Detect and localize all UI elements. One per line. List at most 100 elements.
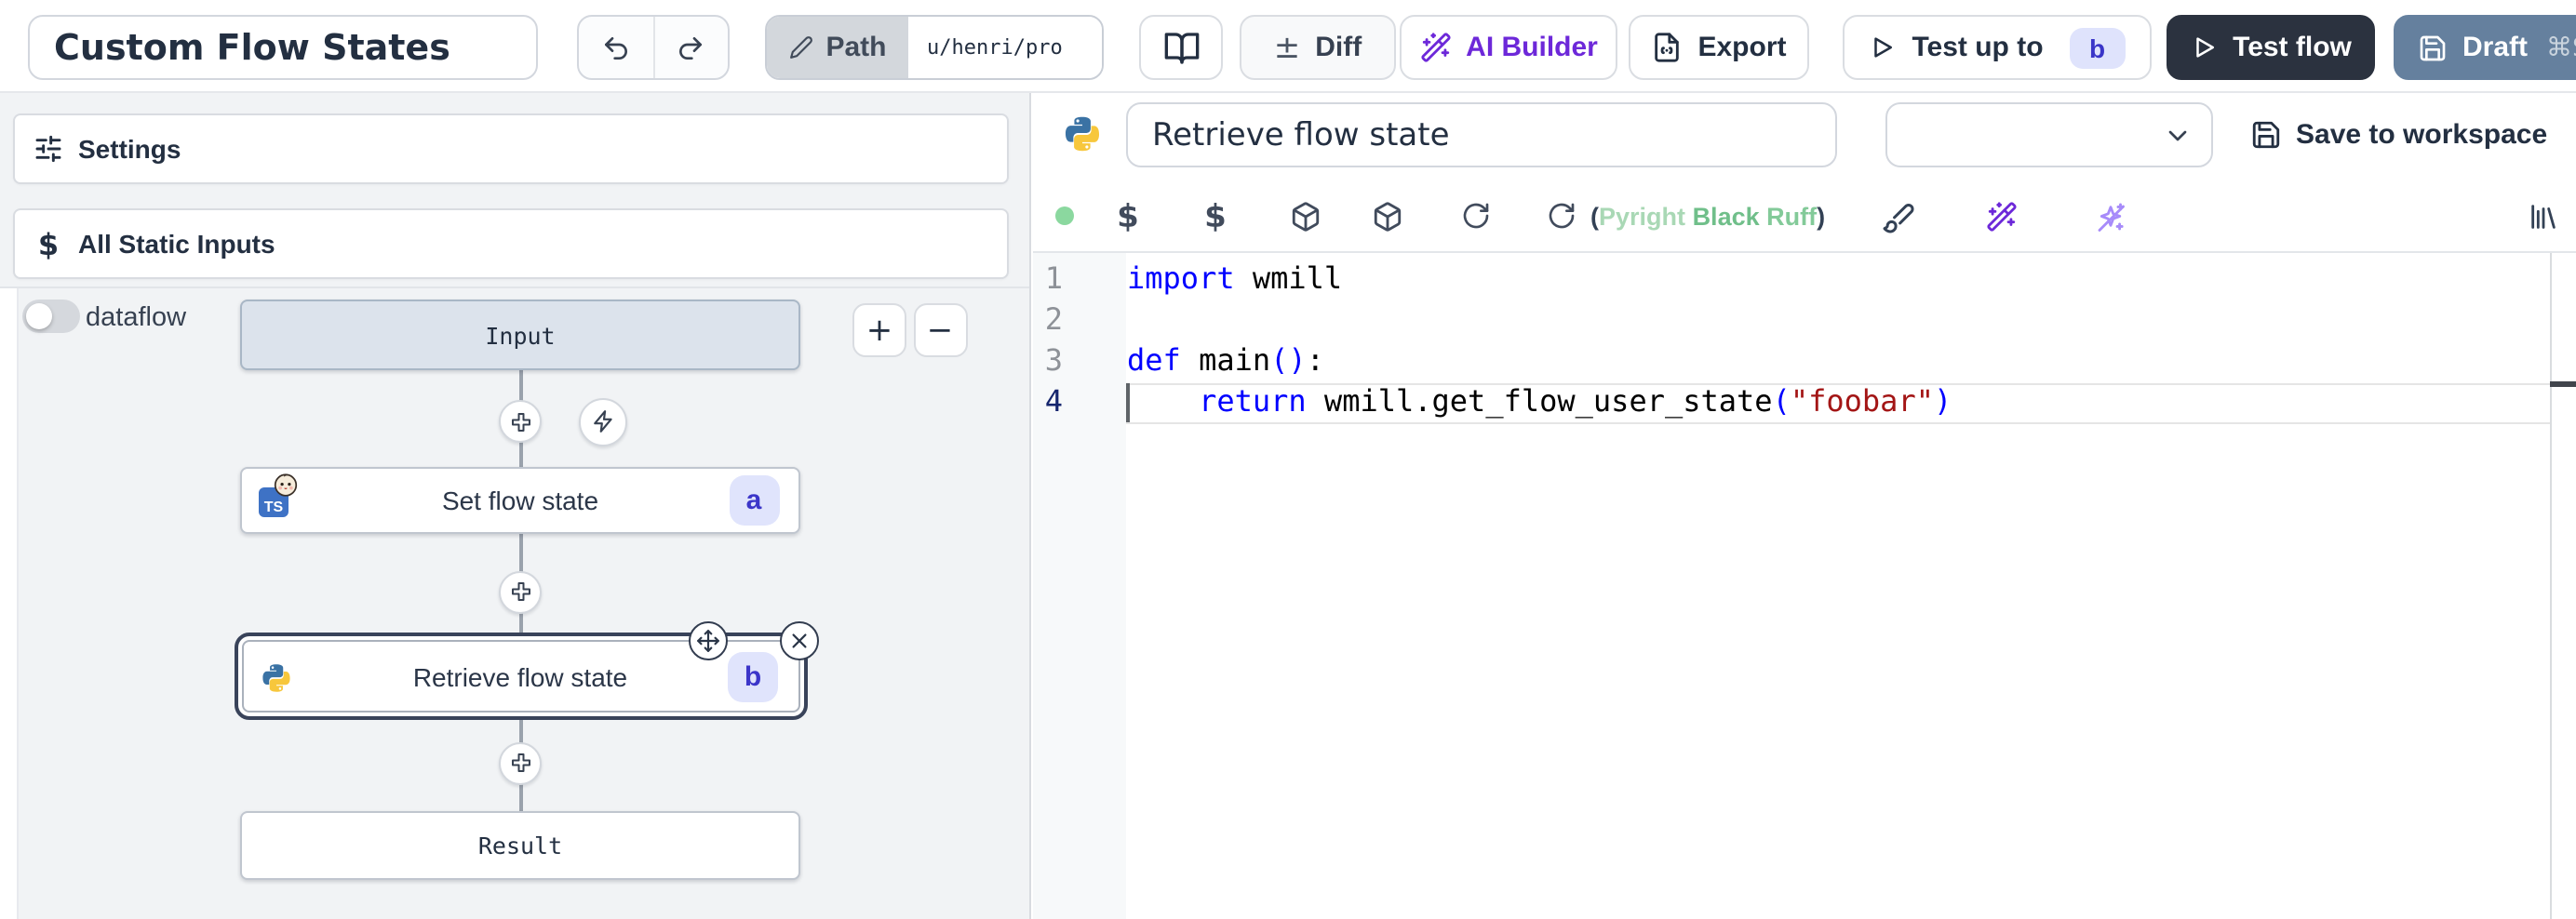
move-step-button[interactable] — [689, 620, 728, 659]
line-number: 2 — [1032, 299, 1063, 340]
trigger-button[interactable] — [579, 397, 627, 446]
all-static-inputs-card[interactable]: $ All Static Inputs — [13, 208, 1009, 279]
input-node[interactable]: Input — [240, 300, 800, 370]
reload-icon[interactable] — [1461, 201, 1491, 231]
save-to-workspace-label: Save to workspace — [2296, 119, 2547, 151]
path-button[interactable]: Path — [767, 17, 908, 78]
step-id-badge: b — [728, 651, 778, 701]
draft-label: Draft — [2462, 32, 2528, 63]
step-node-set-flow-state[interactable]: TS Set flow state a — [240, 467, 800, 534]
code-line: def main(): — [1127, 340, 1952, 380]
linters-close-paren: ) — [1817, 202, 1825, 230]
ai-wand-icon[interactable] — [1985, 200, 2017, 232]
ai-builder-button[interactable]: AI Builder — [1400, 15, 1617, 80]
undo-redo-group — [577, 15, 730, 80]
test-up-to-label: Test up to — [1912, 32, 2043, 63]
save-icon — [2418, 33, 2448, 62]
insert-step-button[interactable] — [499, 400, 542, 443]
close-icon — [790, 630, 811, 650]
path-value[interactable]: u/henri/pro — [908, 17, 1102, 78]
python-icon — [1063, 113, 1102, 154]
draft-shortcut: ⌘S — [2546, 33, 2576, 62]
topbar: Path u/henri/pro ± Diff AI Builder Expor… — [0, 0, 2576, 93]
linters-status: (Pyright Black Ruff) — [1590, 202, 1825, 230]
export-label: Export — [1697, 32, 1786, 63]
flow-sidebar: Settings $ All Static Inputs dataflow + … — [0, 93, 1031, 919]
save-icon — [2249, 119, 2281, 151]
file-export-icon — [1651, 32, 1683, 63]
play-icon — [2190, 33, 2218, 61]
plus-icon — [509, 580, 531, 603]
code-line: return wmill.get_flow_user_state("foobar… — [1127, 380, 1952, 421]
step-node-title: Set flow state — [442, 486, 598, 515]
step-id-badge: a — [729, 475, 779, 526]
path-group: Path u/henri/pro — [765, 15, 1104, 80]
pencil-icon — [788, 35, 812, 60]
format-brush-icon[interactable] — [1881, 200, 1914, 233]
code-editor[interactable]: 1234 import wmill def main(): return wmil… — [1032, 251, 2576, 919]
flow-cards-section: Settings $ All Static Inputs — [0, 93, 1029, 287]
graph-left-gutter — [0, 287, 19, 919]
package-icon[interactable] — [1371, 200, 1402, 232]
package-icon[interactable] — [1289, 200, 1321, 232]
text-cursor — [1126, 383, 1129, 422]
dataflow-toggle[interactable] — [22, 300, 80, 333]
diff-button[interactable]: ± Diff — [1240, 15, 1396, 80]
diff-label: Diff — [1315, 32, 1362, 63]
reload-icon[interactable] — [1547, 201, 1576, 231]
undo-button[interactable] — [579, 17, 652, 78]
plus-minus-icon: ± — [1274, 29, 1301, 66]
docs-button[interactable] — [1139, 15, 1223, 80]
test-up-to-button[interactable]: Test up to b — [1843, 15, 2152, 80]
overview-ruler[interactable] — [2549, 253, 2576, 919]
step-editor-panel: Save to workspace $ $ (Pyright Black Ruf… — [1032, 93, 2576, 919]
code-content: import wmill def main(): return wmill.get… — [1127, 258, 1952, 421]
step-language-icon-wrap — [260, 659, 293, 693]
delete-step-button[interactable] — [781, 620, 820, 659]
line-number: 1 — [1032, 258, 1063, 299]
book-open-icon — [1162, 29, 1200, 66]
resources-button[interactable]: $ — [1196, 197, 1235, 236]
line-number: 4 — [1032, 380, 1063, 421]
step-name-input[interactable] — [1126, 102, 1837, 167]
result-node[interactable]: Result — [240, 811, 800, 879]
dollar-icon: $ — [34, 226, 63, 261]
chevron-down-icon — [2163, 120, 2193, 150]
variables-button[interactable]: $ — [1108, 197, 1147, 236]
dataflow-label: dataflow — [86, 302, 186, 332]
ai-disabled-icon[interactable] — [2093, 200, 2127, 233]
path-label: Path — [825, 32, 886, 63]
linter-pyright: Pyright — [1599, 202, 1685, 230]
zoom-in-button[interactable]: + — [852, 303, 906, 357]
line-number: 3 — [1032, 340, 1063, 380]
linters-open-paren: ( — [1590, 202, 1599, 230]
save-to-workspace-button[interactable]: Save to workspace — [2249, 102, 2547, 167]
plus-icon — [509, 410, 531, 433]
test-flow-button[interactable]: Test flow — [2167, 15, 2375, 80]
undo-icon — [601, 33, 631, 62]
redo-icon — [677, 33, 706, 62]
settings-card[interactable]: Settings — [13, 113, 1009, 184]
editor-status-dot — [1054, 206, 1073, 225]
redo-button[interactable] — [652, 17, 728, 78]
python-icon — [260, 661, 291, 693]
code-line: import wmill — [1127, 258, 1952, 299]
sliders-icon — [34, 134, 63, 164]
step-language-icon-wrap: TS — [259, 484, 292, 517]
flow-graph: dataflow + − Input TS — [0, 287, 1029, 919]
save-draft-button[interactable]: Draft ⌘S — [2394, 15, 2576, 80]
step-node-title: Retrieve flow state — [413, 661, 627, 691]
library-icon[interactable] — [2527, 200, 2558, 232]
ai-builder-label: AI Builder — [1466, 32, 1598, 63]
language-select[interactable] — [1885, 102, 2213, 167]
wand-sparkles-icon — [1419, 32, 1451, 63]
linter-ruff: Ruff — [1766, 202, 1817, 230]
flow-name-input[interactable] — [28, 15, 538, 80]
move-icon — [696, 628, 720, 652]
bolt-icon — [591, 409, 615, 433]
export-button[interactable]: Export — [1629, 15, 1809, 80]
insert-step-button[interactable] — [499, 741, 542, 784]
line-numbers: 1234 — [1032, 258, 1063, 421]
zoom-out-button[interactable]: − — [913, 303, 967, 357]
insert-step-button[interactable] — [499, 570, 542, 613]
